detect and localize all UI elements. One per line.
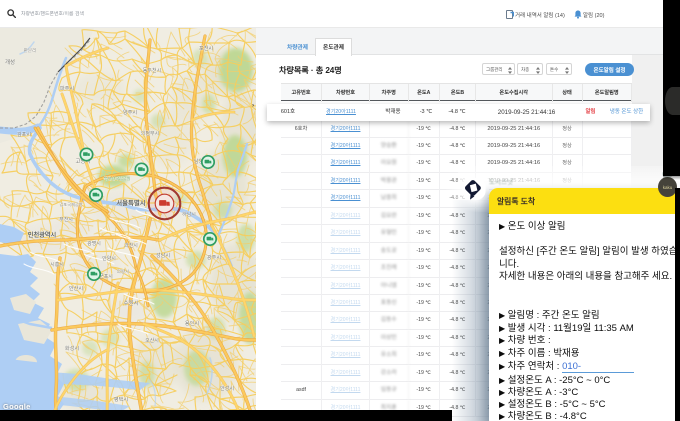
svg-text:시흥시: 시흥시 xyxy=(50,261,64,268)
svg-text:동두천시: 동두천시 xyxy=(143,67,161,74)
svg-text:인천광역시: 인천광역시 xyxy=(28,231,57,239)
svg-text:안성시: 안성시 xyxy=(220,384,235,392)
svg-text:개성: 개성 xyxy=(5,58,15,66)
svg-text:용인시: 용인시 xyxy=(185,320,200,327)
svg-text:파주시: 파주시 xyxy=(60,84,75,92)
svg-text:과천시: 과천시 xyxy=(124,242,138,249)
svg-text:안양시: 안양시 xyxy=(102,255,116,262)
svg-text:하남시: 하남시 xyxy=(182,211,196,218)
svg-text:판문리: 판문리 xyxy=(24,47,37,54)
svg-text:광명시: 광명시 xyxy=(87,240,101,247)
svg-text:양주시: 양주시 xyxy=(123,108,138,116)
svg-text:수원시: 수원시 xyxy=(124,299,139,307)
svg-text:평택시: 평택시 xyxy=(114,396,129,403)
svg-text:오산시: 오산시 xyxy=(145,337,159,344)
svg-text:포천시: 포천시 xyxy=(199,45,214,52)
svg-text:부천시: 부천시 xyxy=(59,216,73,223)
svg-text:김포국제공항: 김포국제공항 xyxy=(59,201,82,208)
svg-text:안산시: 안산시 xyxy=(69,284,84,292)
svg-text:서울특별시: 서울특별시 xyxy=(116,198,146,207)
svg-text:김포시: 김포시 xyxy=(17,131,32,138)
svg-text:군포시: 군포시 xyxy=(99,274,113,280)
svg-text:화성시: 화성시 xyxy=(65,344,80,352)
svg-text:광주시: 광주시 xyxy=(207,254,222,261)
svg-text:의정부시: 의정부시 xyxy=(141,130,159,137)
svg-text:의왕시: 의왕시 xyxy=(117,268,130,275)
svg-text:성남시: 성남시 xyxy=(156,251,171,259)
svg-text:북한산국립공원: 북한산국립공원 xyxy=(104,175,131,182)
